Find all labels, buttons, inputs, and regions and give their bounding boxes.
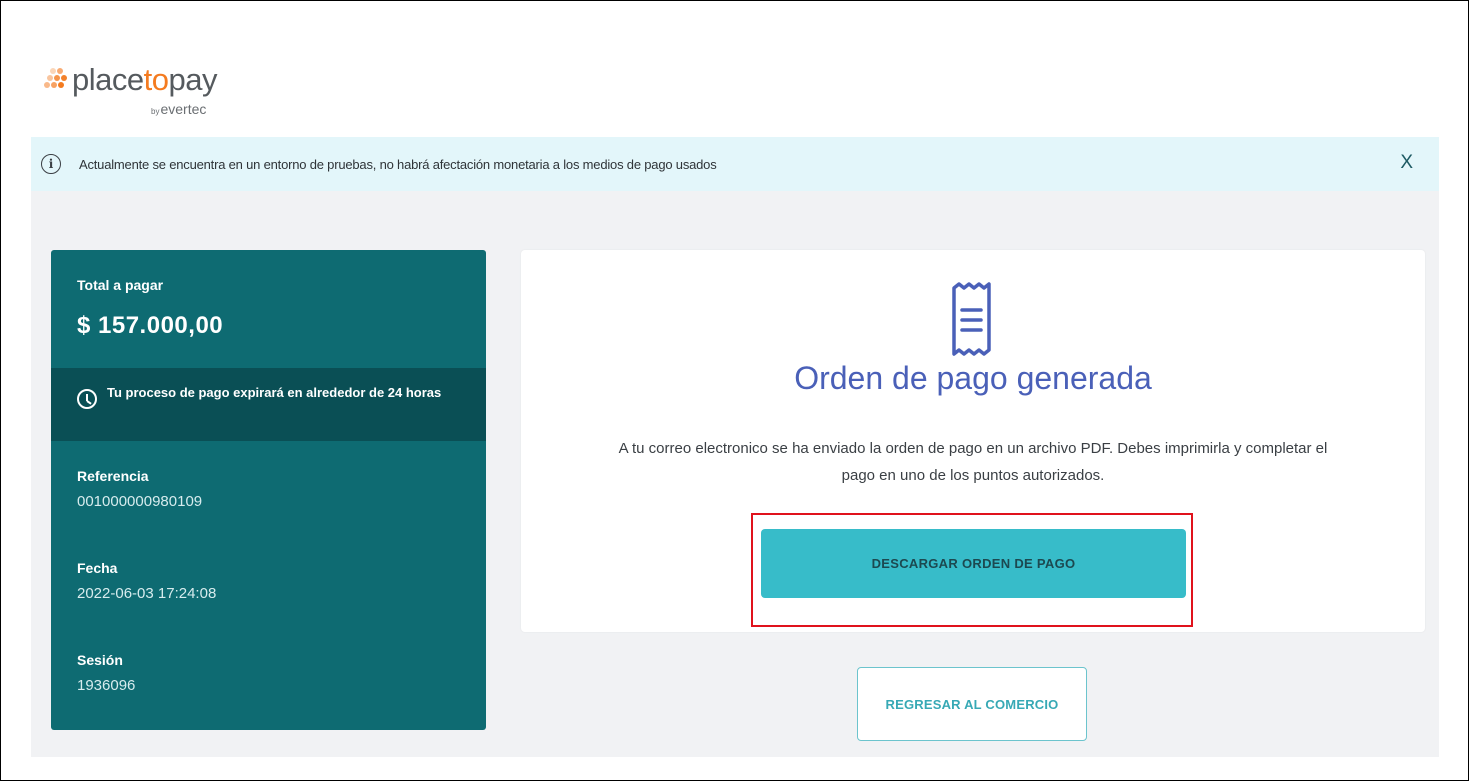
expiry-text: Tu proceso de pago expirará en alrededor… [107,385,442,400]
session-value: 1936096 [77,677,136,694]
session-label: Sesión [77,652,123,668]
clock-icon [77,389,97,409]
total-amount: $ 157.000,00 [77,312,224,339]
total-block: Total a pagar [77,277,163,293]
payment-summary-panel: Total a pagar $ 157.000,00 Tu proceso de… [51,250,486,730]
logo-mark-icon [44,68,67,88]
close-notice-button[interactable]: X [1400,152,1413,174]
placetopay-logo: placetopay byevertec [39,61,259,125]
total-label: Total a pagar [77,277,164,293]
return-to-merchant-button[interactable]: REGRESAR AL COMERCIO [857,667,1087,741]
page-frame: placetopay byevertec i Actualmente se en… [0,0,1469,781]
card-title: Orden de pago generada [794,360,1152,396]
notice-text: Actualmente se encuentra en un entorno d… [79,156,717,172]
reference-label: Referencia [77,468,149,484]
reference-block: Referencia 001000000980109 [77,468,202,510]
test-environment-notice: i Actualmente se encuentra en un entorno… [31,137,1439,191]
info-icon: i [41,154,61,174]
date-block: Fecha 2022-06-03 17:24:08 [77,560,216,602]
date-value: 2022-06-03 17:24:08 [77,585,217,602]
logo-wordmark: placetopay [72,62,217,97]
session-block: Sesión 1936096 [77,652,135,694]
date-label: Fecha [77,560,118,576]
card-description: A tu correo electronico se ha enviado la… [618,440,1328,484]
logo-subtitle: byevertec [151,101,207,117]
receipt-icon [952,282,991,356]
total-amount-block: $ 157.000,00 [77,312,223,340]
download-order-button[interactable]: DESCARGAR ORDEN DE PAGO [761,529,1186,598]
expiry-banner: Tu proceso de pago expirará en alrededor… [51,368,486,441]
reference-value: 001000000980109 [77,493,203,510]
